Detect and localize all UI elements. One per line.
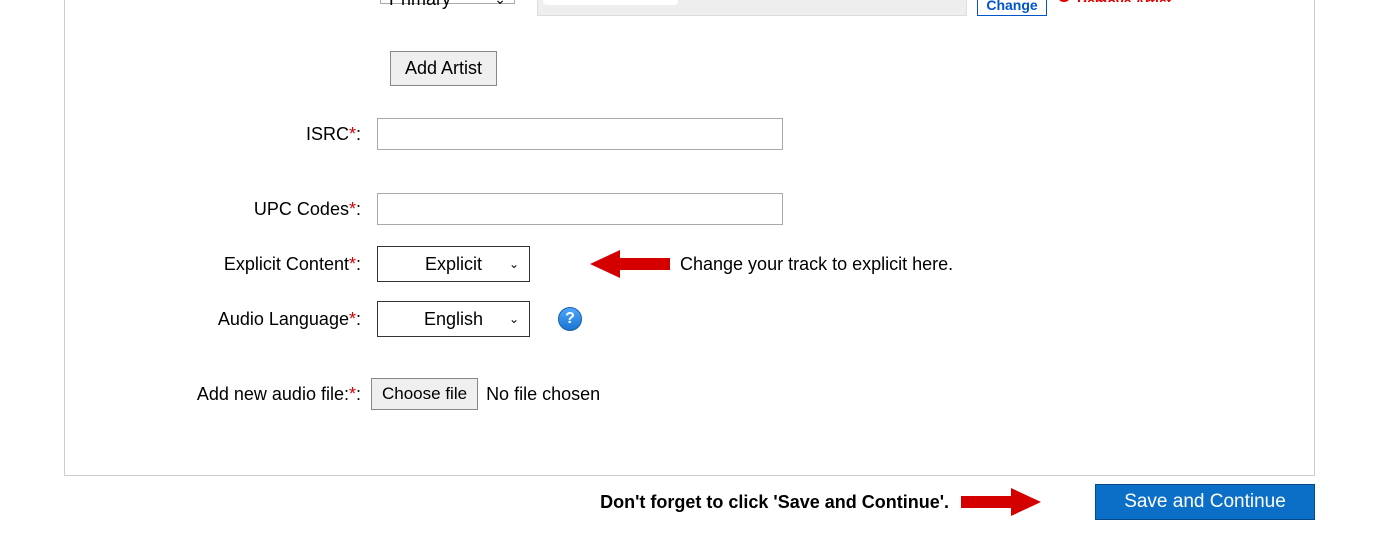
no-file-text: No file chosen bbox=[486, 384, 600, 405]
remove-icon bbox=[1057, 0, 1071, 2]
artist-search-box[interactable] bbox=[537, 0, 967, 16]
language-label: Audio Language*: bbox=[65, 309, 365, 330]
explicit-select[interactable]: Explicit ⌄ bbox=[377, 246, 530, 282]
form-panel: Primary ⌄ Change Remove Artist Add Artis… bbox=[64, 0, 1315, 476]
isrc-row: ISRC*: bbox=[65, 118, 783, 150]
language-select[interactable]: English ⌄ bbox=[377, 301, 530, 337]
chevron-down-icon: ⌄ bbox=[509, 257, 519, 271]
footer-row: Don't forget to click 'Save and Continue… bbox=[64, 484, 1315, 520]
isrc-label: ISRC*: bbox=[65, 124, 365, 145]
change-artist-button[interactable]: Change bbox=[977, 0, 1047, 16]
save-annotation: Don't forget to click 'Save and Continue… bbox=[600, 492, 949, 513]
explicit-label: Explicit Content*: bbox=[65, 254, 365, 275]
isrc-input[interactable] bbox=[377, 118, 783, 150]
required-asterisk: * bbox=[349, 199, 356, 219]
language-label-text: Audio Language bbox=[218, 309, 349, 329]
chevron-down-icon: ⌄ bbox=[494, 0, 506, 8]
language-value: English bbox=[424, 309, 483, 330]
change-label: Change bbox=[986, 0, 1037, 13]
required-asterisk: * bbox=[349, 254, 356, 274]
required-asterisk: * bbox=[349, 309, 356, 329]
upc-label-text: UPC Codes bbox=[254, 199, 349, 219]
explicit-row: Explicit Content*: Explicit ⌄ Change you… bbox=[65, 246, 953, 282]
add-artist-button[interactable]: Add Artist bbox=[390, 51, 497, 86]
language-row: Audio Language*: English ⌄ ? bbox=[65, 301, 582, 337]
upc-row: UPC Codes*: bbox=[65, 193, 783, 225]
remove-artist-button[interactable]: Remove Artist bbox=[1057, 0, 1171, 2]
explicit-annotation: Change your track to explicit here. bbox=[680, 254, 953, 275]
arrow-left-icon bbox=[590, 248, 670, 280]
audio-file-label-text: Add new audio file: bbox=[197, 384, 349, 404]
required-asterisk: * bbox=[349, 124, 356, 144]
save-continue-button[interactable]: Save and Continue bbox=[1095, 484, 1315, 520]
upc-label: UPC Codes*: bbox=[65, 199, 365, 220]
arrow-right-icon bbox=[961, 486, 1041, 518]
artist-search-inner bbox=[543, 0, 678, 5]
remove-label: Remove Artist bbox=[1077, 0, 1171, 2]
isrc-label-text: ISRC bbox=[306, 124, 349, 144]
choose-file-button[interactable]: Choose file bbox=[371, 378, 478, 410]
explicit-value: Explicit bbox=[425, 254, 482, 275]
artist-role-value: Primary bbox=[389, 0, 451, 10]
required-asterisk: * bbox=[349, 384, 356, 404]
audio-file-row: Add new audio file:*: Choose file No fil… bbox=[65, 378, 600, 410]
upc-input[interactable] bbox=[377, 193, 783, 225]
artist-role-select[interactable]: Primary ⌄ bbox=[380, 0, 515, 4]
explicit-label-text: Explicit Content bbox=[224, 254, 349, 274]
audio-file-label: Add new audio file:*: bbox=[65, 384, 365, 405]
chevron-down-icon: ⌄ bbox=[509, 312, 519, 326]
help-icon[interactable]: ? bbox=[558, 307, 582, 331]
